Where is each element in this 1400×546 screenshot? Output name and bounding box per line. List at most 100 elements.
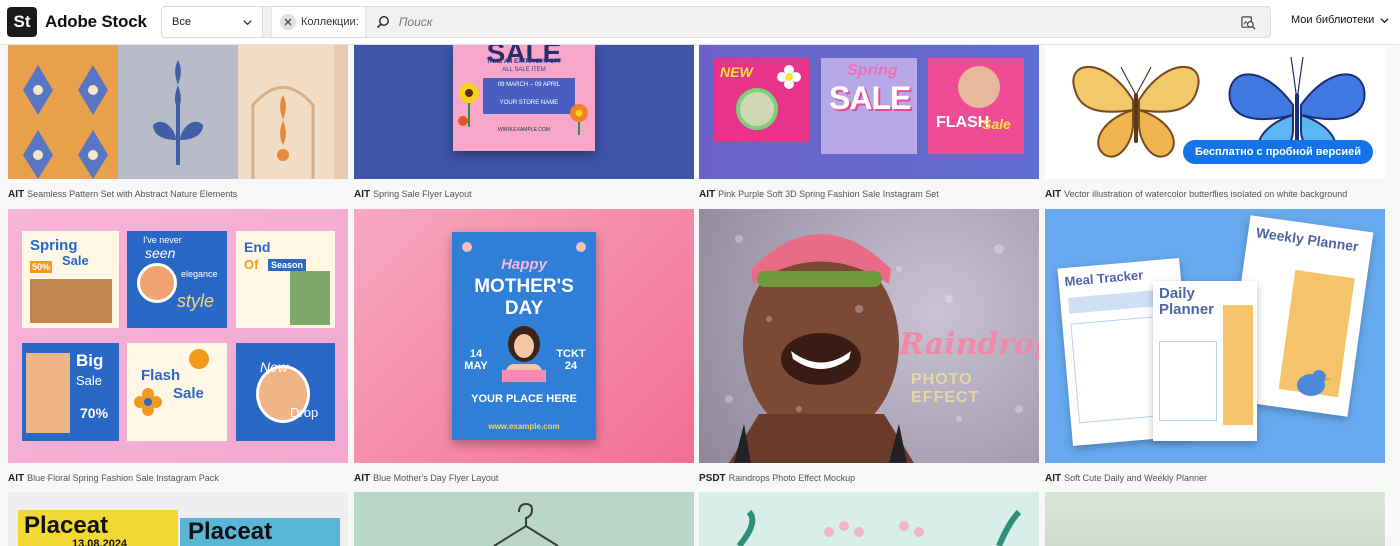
- asset-thumbnail[interactable]: [699, 492, 1039, 546]
- placeat-date: 13.08.2024: [72, 538, 128, 546]
- ig-post: I've never seen elegance style: [127, 231, 227, 328]
- asset-format: AIT: [354, 473, 371, 484]
- ig-text: End: [244, 239, 271, 255]
- asset-title: Vector illustration of watercolor butter…: [1064, 189, 1348, 199]
- ig-text: Spring: [30, 237, 78, 254]
- asset-card[interactable]: Raindrops PHOTO EFFECT PSDTRaindrops Pho…: [699, 209, 1039, 486]
- asset-caption[interactable]: AIT Blue Floral Spring Fashion Sale Insta…: [8, 470, 348, 486]
- mother-portrait-icon: [502, 326, 546, 382]
- ig-text: Flash: [141, 367, 181, 384]
- placeat-text: Placeat: [24, 512, 109, 539]
- flyer-text: 24: [564, 360, 578, 372]
- search-input[interactable]: [398, 15, 1199, 29]
- ig-text: Of: [244, 257, 259, 272]
- asset-card[interactable]: [699, 492, 1039, 546]
- asset-format: AIT: [1045, 189, 1062, 200]
- visual-search-icon[interactable]: [1241, 15, 1256, 30]
- asset-card[interactable]: Happy MOTHER'S DAY 14 MAY TCKT 24 YOUR PLA…: [354, 209, 694, 486]
- asset-title: Raindrops Photo Effect Mockup: [728, 473, 856, 483]
- asset-card[interactable]: NEW Spring SALE FLASH Sale AIT Pink Purpl…: [699, 45, 1039, 202]
- flower-icon: [777, 65, 801, 89]
- flyer-info-box: 09 MARCH – 09 APRIL YOUR STORE NAME: [483, 78, 575, 114]
- flower-icon: [458, 83, 479, 127]
- asset-card[interactable]: SALE TAKE AN EXTRA 30% OFF ALL SALE ITEM…: [354, 45, 694, 202]
- close-icon[interactable]: [280, 14, 296, 30]
- ig-text: I've never: [143, 235, 182, 245]
- collection-chip[interactable]: Коллекции:: [271, 7, 366, 37]
- asset-card[interactable]: [1045, 492, 1385, 546]
- collection-chip-label: Коллекции:: [301, 16, 359, 28]
- ig-text: Spring: [847, 62, 898, 79]
- search-icon: [376, 16, 389, 29]
- flyer-text: MAY: [464, 360, 488, 372]
- asset-thumbnail[interactable]: [1045, 492, 1385, 546]
- asset-format: AIT: [1045, 473, 1062, 484]
- asset-caption[interactable]: AIT Seamless Pattern Set with Abstract Na…: [8, 186, 348, 202]
- free-trial-button[interactable]: Бесплатно с пробной версией: [1183, 140, 1373, 164]
- asset-caption[interactable]: AIT Blue Mother's Day Flyer Layout: [354, 470, 694, 486]
- placeat-card: Placeat: [180, 518, 340, 546]
- butterfly-yellow: [1072, 65, 1200, 158]
- flyer-text: 14: [469, 348, 483, 360]
- adobe-stock-logo[interactable]: St Adobe Stock: [7, 7, 157, 37]
- asset-card[interactable]: AIT Seamless Pattern Set with Abstract Na…: [8, 45, 348, 202]
- ig-text: Sale: [62, 253, 89, 268]
- asset-thumbnail[interactable]: Weekly Planner Meal Tracker Daily Planne…: [1045, 209, 1385, 463]
- ig-post: New Drop: [236, 343, 335, 441]
- asset-format: AIT: [8, 189, 25, 200]
- top-bar: St Adobe Stock Все Коллекции: Мои библио…: [0, 0, 1400, 45]
- chevron-down-icon: [243, 19, 252, 25]
- flower-icon: [134, 388, 162, 416]
- asset-thumbnail[interactable]: Бесплатно с пробной версией: [1045, 45, 1385, 179]
- asset-card[interactable]: Placeat 13.08.2024 Placeat: [8, 492, 348, 546]
- ig-text: SALE: [829, 80, 911, 116]
- asset-caption[interactable]: AIT Pink Purple Soft 3D Spring Fashion Sa…: [699, 186, 1039, 202]
- flower-border-icon: [462, 242, 586, 252]
- placeat-card: Placeat 13.08.2024: [18, 510, 178, 546]
- ig-text: elegance: [181, 269, 218, 279]
- asset-caption[interactable]: AIT Vector illustration of watercolor but…: [1045, 186, 1385, 202]
- asset-card[interactable]: [354, 492, 694, 546]
- asset-card[interactable]: Spring Sale 50% I've never seen elegance…: [8, 209, 348, 486]
- ig-text: Sale: [76, 373, 103, 388]
- ig-post-spring: Spring SALE: [821, 58, 917, 154]
- ig-post: Flash Sale: [127, 343, 227, 441]
- flyer-preview: SALE TAKE AN EXTRA 30% OFF ALL SALE ITEM…: [453, 45, 595, 151]
- asset-format: AIT: [354, 189, 371, 200]
- asset-card[interactable]: Weekly Planner Meal Tracker Daily Planne…: [1045, 209, 1385, 486]
- chevron-down-icon: [1380, 17, 1389, 23]
- asset-thumbnail[interactable]: Happy MOTHER'S DAY 14 MAY TCKT 24 YOUR PLA…: [354, 209, 694, 463]
- asset-type-dropdown[interactable]: Все: [162, 7, 263, 37]
- asset-title: Seamless Pattern Set with Abstract Natur…: [27, 189, 238, 199]
- asset-card[interactable]: Бесплатно с пробной версией AIT Vector il…: [1045, 45, 1385, 202]
- floral-preview: [736, 509, 1022, 546]
- asset-caption[interactable]: PSDT Raindrops Photo Effect Mockup: [699, 470, 1039, 486]
- ig-post-flash: FLASH Sale: [928, 58, 1024, 154]
- asset-thumbnail[interactable]: Raindrops PHOTO EFFECT: [699, 209, 1039, 463]
- hanger-preview: [493, 502, 559, 546]
- asset-format: AIT: [699, 189, 716, 200]
- planner-page-daily: Daily Planner: [1153, 281, 1257, 441]
- ig-text: 50%: [30, 261, 53, 273]
- flyer-text: YOUR PLACE HERE: [471, 393, 577, 405]
- raindrops-subtitle: PHOTO EFFECT: [911, 371, 980, 406]
- asset-thumbnail[interactable]: NEW Spring SALE FLASH Sale: [699, 45, 1039, 179]
- asset-thumbnail[interactable]: [354, 492, 694, 546]
- asset-title: Spring Sale Flyer Layout: [373, 189, 472, 199]
- asset-thumbnail[interactable]: SALE TAKE AN EXTRA 30% OFF ALL SALE ITEM…: [354, 45, 694, 179]
- ig-post: Spring Sale 50%: [22, 231, 119, 328]
- my-libraries-label: Мои библиотеки: [1291, 14, 1375, 26]
- ig-post: End Of Season: [236, 231, 335, 328]
- planner-text: Weekly Planner: [1255, 224, 1360, 255]
- flyer-headline: SALE: [486, 45, 562, 68]
- asset-thumbnail[interactable]: [8, 45, 348, 179]
- my-libraries-button[interactable]: Мои библиотеки: [1291, 14, 1389, 26]
- asset-type-value: Все: [172, 16, 191, 28]
- logo-mark: St: [7, 7, 37, 37]
- asset-caption[interactable]: AIT Soft Cute Daily and Weekly Planner: [1045, 470, 1385, 486]
- flyer-text: DAY: [504, 298, 544, 319]
- asset-caption[interactable]: AIT Spring Sale Flyer Layout: [354, 186, 694, 202]
- asset-thumbnail[interactable]: Spring Sale 50% I've never seen elegance…: [8, 209, 348, 463]
- ig-text: Big: [76, 351, 104, 370]
- asset-thumbnail[interactable]: Placeat 13.08.2024 Placeat: [8, 492, 348, 546]
